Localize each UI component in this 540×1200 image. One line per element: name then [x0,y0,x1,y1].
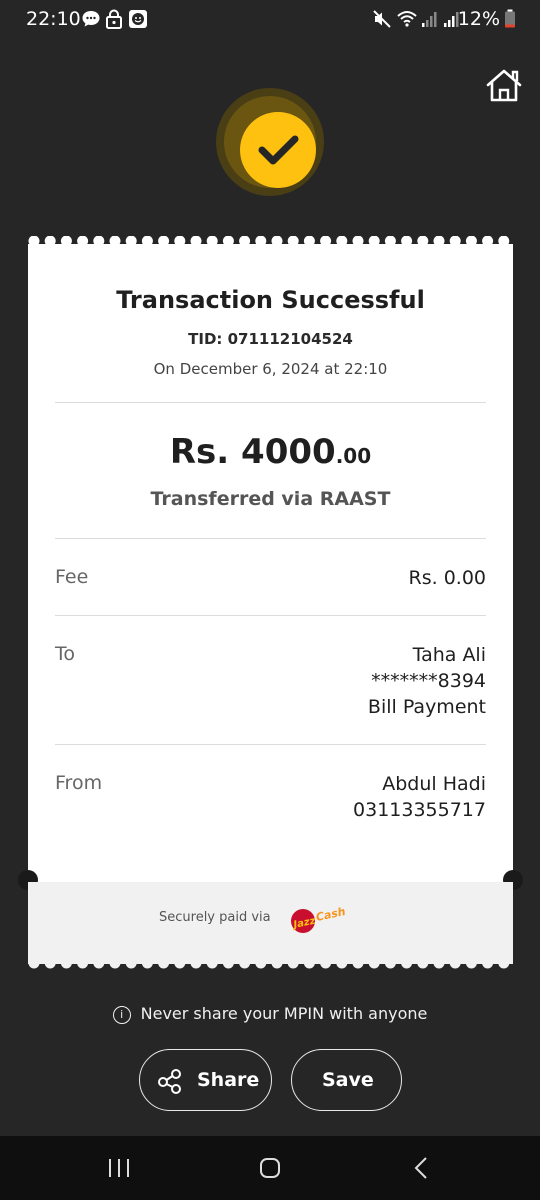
to-account: *******8394 [371,670,486,692]
from-name: Abdul Hadi [382,773,486,795]
to-label: To [55,643,76,665]
app-notification-icon [129,10,147,28]
home-icon[interactable] [484,66,524,106]
secure-text: Securely paid via [159,910,271,925]
amount-decimal: .00 [335,444,372,468]
save-button[interactable]: Save [291,1049,402,1111]
fee-value: Rs. 0.00 [408,567,486,589]
checkmark-icon [258,135,299,165]
divider [55,744,486,745]
mpin-notice: i Never share your MPIN with anyone [0,1004,540,1024]
status-bar: 22:10 12% [0,0,540,40]
divider [55,538,486,539]
mute-icon [373,10,391,28]
home-nav-icon[interactable] [259,1157,281,1179]
wifi-icon [397,11,417,27]
receipt-body: Transaction Successful TID: 071112104524… [28,246,513,882]
jazzcash-logo: Jazz Cash [291,905,347,933]
divider [55,402,486,403]
receipt-footer: Securely paid via Jazz Cash [28,882,513,964]
transfer-method: Transferred via RAAST [150,488,391,510]
to-details: Taha Ali *******8394 Bill Payment [368,642,486,720]
transaction-amount: Rs. 4000.00 [28,432,513,472]
save-label: Save [322,1069,374,1091]
share-button[interactable]: Share [139,1049,272,1111]
share-icon [158,1069,181,1094]
divider [55,615,486,616]
receipt-card: Transaction Successful TID: 071112104524… [18,236,523,969]
success-badge [216,88,324,196]
amount-main: Rs. 4000 [169,432,336,472]
mpin-notice-text: Never share your MPIN with anyone [140,1004,428,1023]
svg-text:Cash: Cash [315,905,347,924]
fee-label: Fee [55,566,89,588]
transaction-date: On December 6, 2024 at 22:10 [153,360,388,378]
recent-apps-icon[interactable] [107,1158,131,1178]
status-time: 22:10 [26,8,81,30]
system-nav-bar [0,1136,540,1200]
transaction-title: Transaction Successful [116,286,425,314]
share-label: Share [197,1069,260,1091]
from-details: Abdul Hadi 03113355717 [353,771,486,823]
to-name: Taha Ali [412,644,486,666]
from-label: From [55,772,103,794]
battery-icon [505,9,515,28]
from-number: 03113355717 [353,799,486,821]
message-icon [82,11,100,27]
transaction-id[interactable]: TID: 071112104524 [28,330,513,348]
lock-icon [106,9,122,29]
to-purpose: Bill Payment [367,696,486,718]
info-icon: i [112,1006,131,1024]
battery-percent: 12% [457,8,500,30]
receipt-bottom-edge [28,960,510,969]
back-icon[interactable] [413,1156,429,1180]
signal-icon [422,12,437,27]
